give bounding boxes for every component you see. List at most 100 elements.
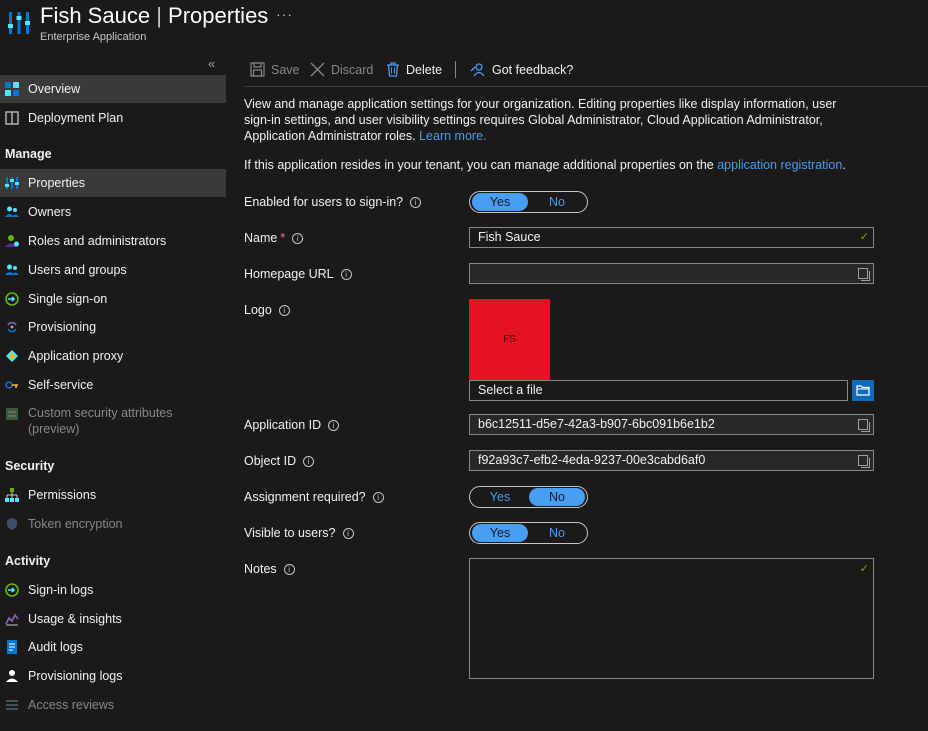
- sidebar-item-label: Overview: [28, 82, 80, 96]
- info-icon[interactable]: i: [292, 233, 303, 244]
- sidebar-item-label: Provisioning: [28, 320, 96, 334]
- name-value: Fish Sauce: [478, 228, 541, 247]
- feedback-icon: [470, 62, 486, 78]
- info-icon[interactable]: i: [284, 564, 295, 575]
- section-activity: Activity: [5, 554, 50, 568]
- toggle-yes[interactable]: Yes: [472, 524, 528, 542]
- logo-label: Logo i: [244, 303, 290, 317]
- name-label-text: Name: [244, 231, 277, 245]
- file-placeholder: Select a file: [478, 381, 543, 400]
- key-icon: [5, 378, 19, 392]
- info-icon[interactable]: i: [328, 420, 339, 431]
- sidebar-item-deployment-plan[interactable]: Deployment Plan: [0, 104, 226, 132]
- sidebar-item-provisioning-logs[interactable]: Provisioning logs: [0, 662, 226, 690]
- shield-icon: [5, 517, 19, 531]
- section-manage: Manage: [5, 147, 52, 161]
- application-id-field[interactable]: b6c12511-d5e7-42a3-b907-6bc091b6e1b2: [469, 414, 874, 435]
- more-options-button[interactable]: ···: [276, 6, 293, 22]
- sidebar-item-label: Sign-in logs: [28, 583, 93, 597]
- proxy-icon: [5, 349, 19, 363]
- sidebar-item-properties[interactable]: Properties: [0, 169, 226, 197]
- sidebar-item-label: Deployment Plan: [28, 111, 123, 125]
- discard-label: Discard: [331, 63, 373, 77]
- sidebar-item-sign-in-logs[interactable]: Sign-in logs: [0, 576, 226, 604]
- sidebar-item-label: Users and groups: [28, 263, 127, 277]
- sidebar-item-token-encryption[interactable]: Token encryption: [0, 510, 226, 538]
- sidebar-item-custom-security-attributes[interactable]: Custom security attributes (preview): [0, 402, 226, 438]
- people-icon: [5, 205, 19, 219]
- person-icon: [5, 669, 19, 683]
- save-label: Save: [271, 63, 300, 77]
- notes-label: Notes i: [244, 562, 295, 576]
- sidebar-item-owners[interactable]: Owners: [0, 198, 226, 226]
- info-icon[interactable]: i: [341, 269, 352, 280]
- sidebar-item-permissions[interactable]: Permissions: [0, 481, 226, 509]
- chart-icon: [5, 612, 19, 626]
- info-icon[interactable]: i: [303, 456, 314, 467]
- notes-textarea[interactable]: ✓: [469, 558, 874, 679]
- sidebar-item-overview[interactable]: Overview: [0, 75, 226, 103]
- homepage-label-text: Homepage URL: [244, 267, 334, 281]
- enabled-toggle[interactable]: Yes No: [469, 191, 588, 213]
- logo-file-input[interactable]: Select a file: [469, 380, 848, 401]
- hierarchy-icon: [5, 488, 19, 502]
- name-field[interactable]: Fish Sauce ✓: [469, 227, 874, 248]
- discard-button[interactable]: Discard: [310, 62, 373, 77]
- toggle-yes[interactable]: Yes: [472, 193, 528, 211]
- app-id-value: b6c12511-d5e7-42a3-b907-6bc091b6e1b2: [478, 415, 715, 434]
- logo-initials: FS: [503, 334, 516, 345]
- info-icon[interactable]: i: [410, 197, 421, 208]
- sidebar-item-label: Properties: [28, 176, 85, 190]
- copy-icon[interactable]: [858, 455, 868, 466]
- sidebar-item-single-sign-on[interactable]: Single sign-on: [0, 285, 226, 313]
- copy-icon[interactable]: [858, 419, 868, 430]
- sidebar-item-users-groups[interactable]: Users and groups: [0, 256, 226, 284]
- sign-in-icon: [5, 583, 19, 597]
- sidebar-item-usage-insights[interactable]: Usage & insights: [0, 605, 226, 633]
- sidebar-item-provisioning[interactable]: Provisioning: [0, 313, 226, 341]
- app-id-label: Application ID i: [244, 418, 339, 432]
- feedback-button[interactable]: Got feedback?: [470, 62, 573, 78]
- sign-in-icon: [5, 292, 19, 306]
- sidebar-item-label: Owners: [28, 205, 71, 219]
- visible-toggle[interactable]: Yes No: [469, 522, 588, 544]
- sidebar-item-access-reviews[interactable]: Access reviews: [0, 691, 226, 719]
- sidebar-item-label: Access reviews: [28, 698, 114, 712]
- sidebar-item-roles[interactable]: Roles and administrators: [0, 227, 226, 255]
- browse-file-button[interactable]: [852, 380, 874, 401]
- object-id-label-text: Object ID: [244, 454, 296, 468]
- app-registration-link[interactable]: application registration: [717, 158, 842, 172]
- toggle-yes[interactable]: Yes: [472, 488, 528, 506]
- collapse-sidebar-button[interactable]: «: [208, 56, 215, 71]
- save-button[interactable]: Save: [250, 62, 300, 77]
- homepage-url-field[interactable]: [469, 263, 874, 284]
- sidebar-item-audit-logs[interactable]: Audit logs: [0, 633, 226, 661]
- toggle-no[interactable]: No: [529, 524, 585, 542]
- tenant-note: If this application resides in your tena…: [244, 158, 884, 172]
- logo-label-text: Logo: [244, 303, 272, 317]
- sidebar: « Overview Deployment Plan Manage Proper…: [0, 52, 228, 731]
- copy-icon[interactable]: [858, 268, 868, 279]
- folder-icon: [852, 380, 874, 401]
- close-icon: [310, 62, 325, 77]
- assignment-toggle[interactable]: Yes No: [469, 486, 588, 508]
- sidebar-item-self-service[interactable]: Self-service: [0, 371, 226, 399]
- object-id-field[interactable]: f92a93c7-efb2-4eda-9237-00e3cabd6af0: [469, 450, 874, 471]
- info-icon[interactable]: i: [343, 528, 354, 539]
- tenant-note-end: .: [842, 158, 845, 172]
- info-icon[interactable]: i: [373, 492, 384, 503]
- tenant-note-text: If this application resides in your tena…: [244, 158, 714, 172]
- save-icon: [250, 62, 265, 77]
- sidebar-item-application-proxy[interactable]: Application proxy: [0, 342, 226, 370]
- learn-more-link[interactable]: Learn more.: [419, 129, 486, 143]
- delete-button[interactable]: Delete: [386, 62, 442, 77]
- book-icon: [5, 111, 19, 125]
- visible-label-text: Visible to users?: [244, 526, 336, 540]
- page-title: Fish Sauce | Properties: [40, 3, 268, 29]
- toggle-no[interactable]: No: [529, 193, 585, 211]
- assignment-label-text: Assignment required?: [244, 490, 366, 504]
- sliders-icon: [5, 176, 19, 190]
- info-icon[interactable]: i: [279, 305, 290, 316]
- name-label: Name * i: [244, 231, 303, 245]
- toggle-no[interactable]: No: [529, 488, 585, 506]
